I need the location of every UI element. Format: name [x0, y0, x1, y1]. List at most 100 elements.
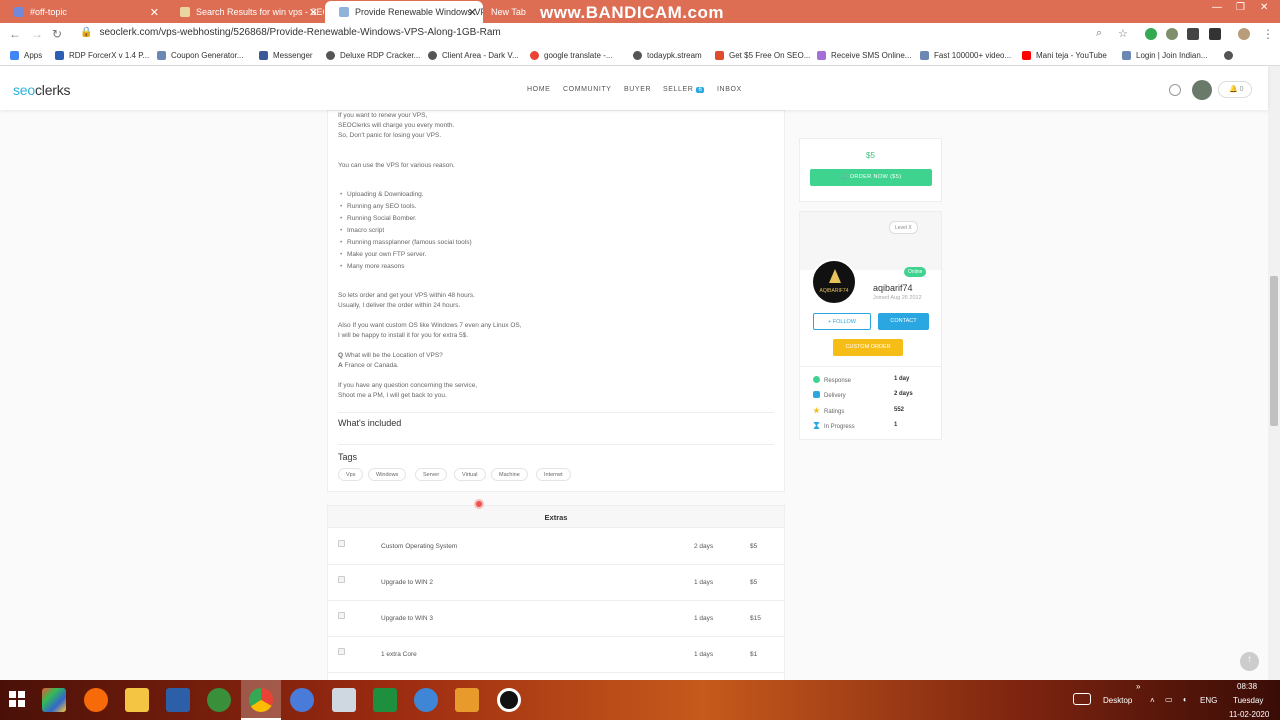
globe-app-icon[interactable]: [207, 688, 231, 712]
search-icon[interactable]: ⌕: [1096, 27, 1102, 40]
bookmark-item[interactable]: todaypk.stream: [633, 51, 702, 60]
maximize-icon[interactable]: ❐: [1236, 2, 1245, 13]
messenger-app-icon[interactable]: [414, 688, 438, 712]
whats-included-heading: What's included: [338, 418, 402, 428]
profile-avatar-icon[interactable]: [1238, 28, 1250, 40]
bookmark-item[interactable]: Messenger: [259, 51, 313, 60]
bookmark-item[interactable]: google translate -...: [530, 51, 612, 60]
nav-seller[interactable]: SELLER 6: [663, 86, 705, 93]
clock-time[interactable]: 08:38: [1237, 682, 1257, 691]
contact-button[interactable]: CONTACT: [878, 313, 929, 330]
site-logo[interactable]: seoclerks: [13, 82, 71, 98]
chevron-up-icon[interactable]: »: [1136, 682, 1140, 691]
bookmark-item[interactable]: [1224, 51, 1238, 60]
nav-home[interactable]: HOME: [527, 86, 550, 93]
notifications-button[interactable]: 🔔 0: [1218, 81, 1252, 98]
forward-icon[interactable]: →: [31, 27, 43, 41]
rubiks-cube-icon[interactable]: [42, 688, 66, 712]
bookmark-item[interactable]: Coupon Generator...: [157, 51, 244, 60]
back-icon[interactable]: ←: [9, 27, 21, 41]
extra-price: $5: [750, 579, 758, 586]
extra-checkbox[interactable]: [338, 576, 345, 583]
reload-icon[interactable]: ↻: [52, 27, 62, 41]
app-icon[interactable]: [166, 688, 190, 712]
tag-chip[interactable]: Vps: [338, 468, 364, 481]
tag-chip[interactable]: Machine: [491, 468, 528, 481]
close-tab-icon[interactable]: ✕: [150, 6, 159, 19]
volume-icon[interactable]: ◖: [1182, 695, 1187, 704]
tag-chip[interactable]: Internet: [536, 468, 571, 481]
bookmark-item[interactable]: Get $5 Free On SEO...: [715, 51, 810, 60]
user-avatar[interactable]: [1192, 80, 1212, 100]
order-now-button[interactable]: 🛒 ORDER NOW ($5): [810, 169, 932, 186]
bandicam-record-icon[interactable]: [497, 688, 521, 712]
more-menu-icon[interactable]: ⋮: [1262, 27, 1274, 41]
extension-icon[interactable]: [1209, 28, 1221, 40]
extra-row: Custom Operating System 2 days $5: [328, 529, 784, 565]
divider: [338, 444, 774, 445]
chromium-icon[interactable]: [290, 688, 314, 712]
nav-buyer[interactable]: BUYER: [624, 86, 651, 93]
stat-response: Response 1 day: [813, 376, 933, 384]
excel-icon[interactable]: [373, 688, 397, 712]
tag-chip[interactable]: Server: [415, 468, 448, 481]
network-icon[interactable]: ▭: [1165, 695, 1173, 704]
bookmark-item[interactable]: Fast 100000+ video...: [920, 51, 1011, 60]
bookmark-item[interactable]: RDP ForcerX v 1.4 P...: [55, 51, 149, 60]
bookmark-item[interactable]: Deluxe RDP Cracker...: [326, 51, 420, 60]
url-field[interactable]: 🔒 seoclerk.com/vps-webhosting/526868/Prov…: [80, 27, 501, 38]
star-icon: [813, 407, 820, 414]
extra-days: 1 days: [694, 615, 714, 622]
recording-cursor-highlight: [474, 499, 484, 509]
tray-chevron-icon[interactable]: ˄: [1150, 696, 1155, 705]
media-player-icon[interactable]: [455, 688, 479, 712]
bookmark-item[interactable]: Mani teja - YouTube: [1022, 51, 1107, 60]
nav-community[interactable]: COMMUNITY: [563, 86, 612, 93]
browser-tab[interactable]: Search Results for win vps - SEOC ✕: [166, 1, 324, 23]
nav-inbox[interactable]: INBOX: [717, 86, 742, 93]
seoclerks-tab-icon: [180, 7, 190, 17]
close-tab-icon[interactable]: ✕: [309, 6, 318, 19]
star-icon[interactable]: ☆: [1118, 27, 1128, 40]
windows-start-icon[interactable]: [9, 691, 25, 707]
network-app-icon[interactable]: [332, 688, 356, 712]
language-indicator[interactable]: ENG: [1200, 696, 1217, 705]
bookmark-icon: [715, 51, 724, 60]
bookmark-item[interactable]: Client Area - Dark V...: [428, 51, 519, 60]
browser-tab-active[interactable]: Provide Renewable Windows VPS ✕: [325, 1, 483, 23]
extra-checkbox[interactable]: [338, 648, 345, 655]
grammarly-icon[interactable]: [1145, 28, 1157, 40]
browser-tab[interactable]: #off-topic ✕: [0, 1, 165, 23]
extension-icon[interactable]: [1187, 28, 1199, 40]
seller-avatar[interactable]: AQIBARIF74: [811, 259, 857, 305]
extra-checkbox[interactable]: [338, 612, 345, 619]
firefox-icon[interactable]: [84, 688, 108, 712]
tag-chip[interactable]: Windows: [368, 468, 407, 481]
extra-days: 1 days: [694, 579, 714, 586]
minimize-icon[interactable]: —: [1212, 2, 1222, 13]
scrollbar-thumb[interactable]: [1270, 276, 1278, 426]
desktop-toolbar[interactable]: Desktop: [1103, 696, 1132, 705]
file-explorer-icon[interactable]: [125, 688, 149, 712]
close-tab-icon[interactable]: ✕: [468, 6, 477, 19]
custom-order-button[interactable]: CUSTOM ORDER: [833, 339, 903, 356]
bookmark-apps[interactable]: Apps: [10, 51, 42, 60]
keyboard-icon[interactable]: [1073, 693, 1091, 705]
tag-chip[interactable]: Virtual: [454, 468, 486, 481]
follow-button[interactable]: + FOLLOW: [813, 313, 871, 330]
close-window-icon[interactable]: ✕: [1260, 2, 1268, 13]
site-search-icon[interactable]: [1169, 84, 1181, 96]
seller-name[interactable]: aqibarif74: [873, 283, 913, 293]
bookmark-item[interactable]: Login | Join Indian...: [1122, 51, 1207, 60]
chrome-icon[interactable]: [249, 688, 273, 712]
browser-tab[interactable]: New Tab: [484, 1, 534, 23]
bandicam-watermark: www.BANDICAM.com: [540, 3, 724, 22]
extra-row: Upgrade to WIN 2 1 days $5: [328, 565, 784, 601]
scroll-to-top-button[interactable]: ↑: [1240, 652, 1259, 671]
faq-question: Q What will be the Location of VPS?: [338, 352, 443, 359]
bookmark-item[interactable]: Receive SMS Online...: [817, 51, 911, 60]
page-scrollbar[interactable]: [1268, 66, 1280, 680]
extension-icon[interactable]: [1166, 28, 1178, 40]
globe-icon: [1224, 51, 1233, 60]
extra-checkbox[interactable]: [338, 540, 345, 547]
